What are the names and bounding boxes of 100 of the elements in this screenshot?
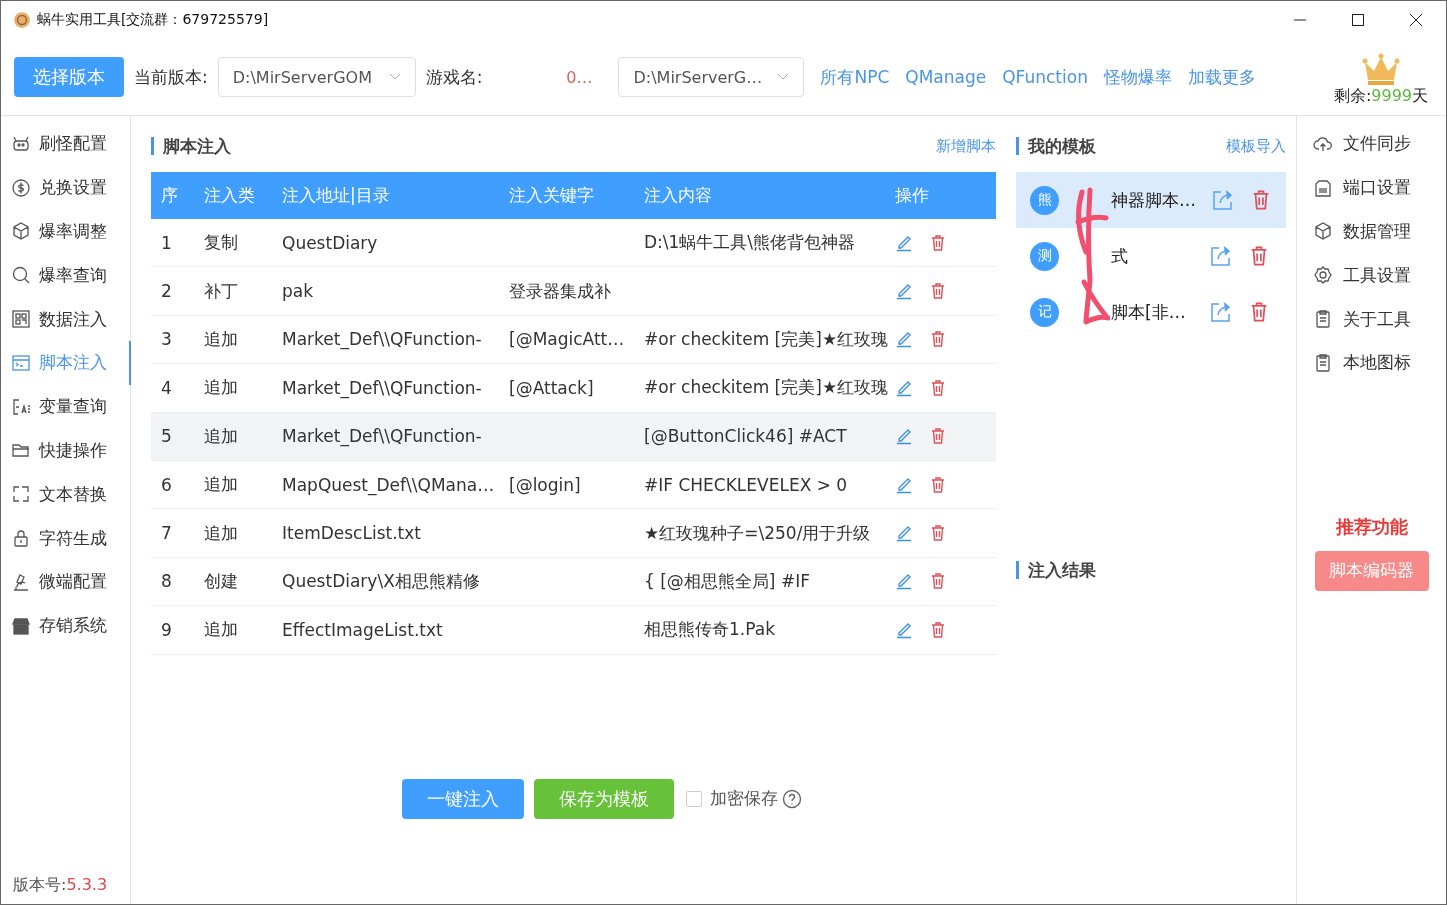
- sidebar-item[interactable]: 变量查询: [1, 384, 130, 429]
- table-row[interactable]: 1 复制 QuestDiary D:\1蜗牛工具\熊佬背包神器: [151, 219, 996, 268]
- delete-icon[interactable]: [929, 330, 947, 349]
- edit-icon[interactable]: [895, 330, 913, 349]
- table-row[interactable]: 8 创建 QuestDiary\X相思熊精修 { [@相思熊全局] #IF: [151, 557, 996, 607]
- delete-icon[interactable]: [929, 572, 947, 591]
- sidebar-item[interactable]: 数据注入: [1, 297, 130, 341]
- terminal-icon: [11, 352, 31, 373]
- table-row[interactable]: 2 补丁 pak 登录器集成补: [151, 267, 996, 316]
- table-cell-text: 追加: [203, 618, 239, 642]
- table-row[interactable]: 4 追加 Market_Def\\QFunction- [@Attack] #or checkitem [完美]★红玫瑰: [151, 364, 996, 413]
- table-cell-text: Market_Def\\QFunction-: [281, 426, 483, 447]
- delete-icon[interactable]: [929, 233, 947, 252]
- gear-icon: [1313, 265, 1333, 286]
- sidebar-item[interactable]: 爆率调整: [1, 209, 130, 254]
- table-row[interactable]: 6 追加 MapQuest_Def\\QMana… [@login] #IF CHECKLEVELEX > 0: [151, 460, 996, 510]
- section-title: 注入结果: [1016, 561, 1096, 579]
- share-icon[interactable]: [1212, 189, 1234, 211]
- table-cell-text: 追加: [203, 376, 239, 400]
- encrypt-checkbox[interactable]: [686, 790, 702, 807]
- menu-item[interactable]: 数据管理: [1297, 209, 1446, 254]
- table-cell-text: 2: [160, 281, 173, 302]
- sidebar-item[interactable]: 存销系统: [1, 603, 130, 648]
- template-name: 神器脚本…: [1110, 188, 1196, 212]
- template-avatar: 记: [1030, 297, 1059, 327]
- column-header: 注入内容: [643, 184, 713, 207]
- template-item[interactable]: 熊 神器脚本…: [1016, 172, 1286, 228]
- column-header: 序: [160, 184, 179, 207]
- clipboard-icon: [1313, 352, 1333, 373]
- table-cell-text: 9: [160, 619, 173, 640]
- table-row[interactable]: 7 追加 ItemDescList.txt ★红玫瑰种子=\250/用于升级: [151, 509, 996, 558]
- menu-item[interactable]: 端口设置: [1297, 165, 1446, 210]
- sidebar-item[interactable]: 微端配置: [1, 559, 130, 604]
- sidebar-item[interactable]: 字符生成: [1, 516, 130, 560]
- edit-icon[interactable]: [895, 524, 913, 543]
- chevron-down-icon: [777, 73, 790, 81]
- table-cell-text: 追加: [203, 424, 239, 448]
- edit-icon[interactable]: [895, 427, 913, 446]
- clipboard-icon: [1313, 309, 1333, 330]
- table-cell-text: [@ButtonClick46] #ACT: [643, 426, 848, 447]
- table-cell-text: 4: [160, 377, 173, 398]
- sidebar-item[interactable]: 兑换设置: [1, 165, 130, 210]
- grid-icon: [11, 309, 31, 330]
- share-icon[interactable]: [1210, 245, 1232, 267]
- edit-icon[interactable]: [895, 572, 913, 591]
- table-cell-text: [@MagicAtt…: [508, 329, 626, 350]
- delete-icon[interactable]: [929, 620, 947, 639]
- table-cell-text: 登录器集成补: [508, 279, 612, 303]
- delete-icon[interactable]: [929, 427, 947, 446]
- menu-item[interactable]: 文件同步: [1297, 122, 1446, 166]
- close-icon[interactable]: [1410, 14, 1422, 26]
- template-item[interactable]: 测 式: [1016, 228, 1286, 284]
- table-cell-text: { [@相思熊全局] #IF: [643, 569, 811, 593]
- table-cell-text: pak: [281, 281, 315, 302]
- sidebar-item[interactable]: 爆率查询: [1, 253, 130, 298]
- share-icon[interactable]: [1210, 301, 1232, 323]
- table-cell-text: Market_Def\\QFunction-: [281, 377, 483, 398]
- delete-icon[interactable]: [929, 378, 947, 397]
- table-cell-text: QuestDiary\X相思熊精修: [281, 569, 481, 593]
- box-icon: [1313, 221, 1333, 242]
- template-name: 脚本[非…: [1110, 300, 1187, 324]
- table-cell-text: 8: [160, 571, 173, 592]
- table-cell-text: QuestDiary: [281, 232, 379, 253]
- table-row[interactable]: 9 追加 EffectImageList.txt 相思熊传奇1.Pak: [151, 606, 996, 655]
- edit-icon[interactable]: [895, 282, 913, 301]
- sidebar-item[interactable]: 文本替换: [1, 472, 130, 517]
- path-dropdown[interactable]: D:\MirServerG…: [618, 57, 805, 97]
- table-cell-text: 5: [160, 426, 173, 447]
- coin-icon: [11, 177, 31, 198]
- sidebar-item[interactable]: 刷怪配置: [1, 122, 130, 166]
- table-cell-text: 追加: [203, 473, 239, 497]
- menu-item[interactable]: 本地图标: [1297, 341, 1446, 385]
- menu-item[interactable]: 工具设置: [1297, 253, 1446, 298]
- maximize-icon[interactable]: [1352, 14, 1364, 26]
- table-cell-text: 3: [160, 329, 173, 350]
- table-cell-text: 6: [160, 474, 173, 495]
- table-cell-text: ItemDescList.txt: [281, 523, 422, 544]
- table-cell-text: 创建: [203, 569, 239, 593]
- delete-icon[interactable]: [929, 282, 947, 301]
- table-row[interactable]: 3 追加 Market_Def\\QFunction- [@MagicAtt… #or checkitem [完美]★红玫瑰: [151, 315, 996, 365]
- search-icon: [11, 265, 31, 286]
- sidebar-item[interactable]: 快捷操作: [1, 428, 130, 473]
- table-cell-text: D:\1蜗牛工具\熊佬背包神器: [643, 231, 857, 255]
- snail-logo-icon: [13, 11, 31, 29]
- menu-item[interactable]: 关于工具: [1297, 297, 1446, 341]
- template-item[interactable]: 记 脚本[非…: [1016, 284, 1286, 340]
- help-icon[interactable]: [782, 788, 802, 809]
- table-cell-text: 1: [160, 232, 173, 253]
- version-number: 版本号:5.3.3: [12, 875, 109, 896]
- delete-icon[interactable]: [929, 475, 947, 494]
- version-dropdown[interactable]: D:\MirServerGOM: [217, 57, 416, 97]
- table-cell-text: Market_Def\\QFunction-: [281, 329, 483, 350]
- current-version-label: 当前版本:: [134, 65, 208, 89]
- table-cell-text: 相思熊传奇1.Pak: [643, 618, 776, 642]
- delete-icon[interactable]: [929, 524, 947, 543]
- table-row[interactable]: 5 追加 Market_Def\\QFunction- [@ButtonClick46] #ACT: [151, 412, 996, 461]
- template-avatar: 测: [1030, 241, 1059, 271]
- game-name-label: 游戏名:: [425, 65, 483, 89]
- table-cell-text: EffectImageList.txt: [281, 619, 444, 640]
- table-cell-text: 追加: [203, 521, 239, 545]
